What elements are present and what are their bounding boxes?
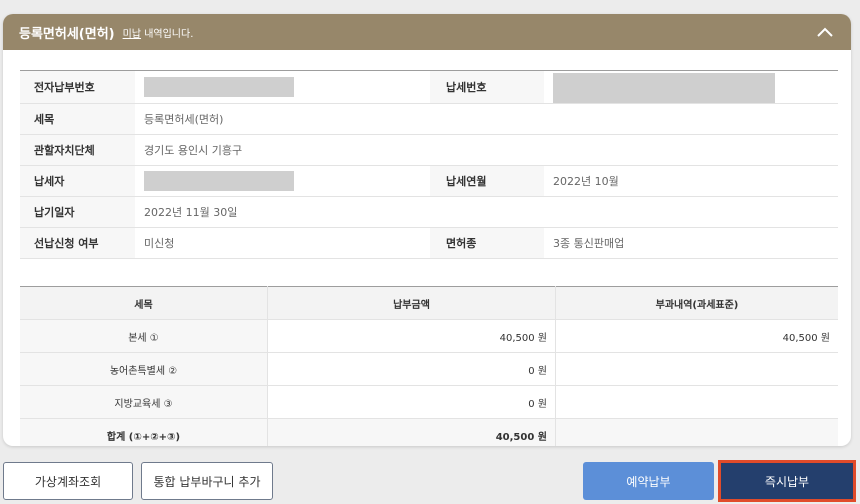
row-item: 농어촌특별세 ②: [20, 352, 268, 386]
info-row: 관할자치단체 경기도 용인시 기흥구: [20, 134, 838, 166]
panel-subtitle: 미납 내역입니다.: [123, 25, 194, 40]
table-row: 본세 ① 40,500 원 40,500 원: [20, 319, 838, 353]
row-amount: 0 원: [267, 352, 556, 386]
tax-info-table: 전자납부번호 납세번호 세목 등록면허세(면허) 관할자치단체 경기도 용인시 …: [20, 70, 838, 259]
prepay-value: 미신청: [135, 227, 430, 259]
due-date-value: 2022년 11월 30일: [135, 196, 838, 228]
tax-month-label: 납세연월: [430, 165, 544, 197]
table-row: 지방교육세 ③ 0 원: [20, 385, 838, 419]
amount-header-row: 세목 납부금액 부과내역(과세표준): [20, 286, 838, 320]
authority-label: 관할자치단체: [20, 134, 135, 166]
row-item: 지방교육세 ③: [20, 385, 268, 419]
panel-title: 등록면허세(면허): [19, 26, 115, 42]
tax-item-label: 세목: [20, 103, 135, 135]
masked-value: [553, 73, 775, 103]
license-label: 면허종: [430, 227, 544, 259]
due-date-label: 납기일자: [20, 196, 135, 228]
taxpayer-value: [135, 165, 430, 197]
tax-no-label: 납세번호: [430, 70, 544, 104]
chevron-up-icon: [817, 27, 833, 37]
total-row: 합계 (①+②+③) 40,500 원: [20, 418, 838, 446]
electronic-no-label: 전자납부번호: [20, 70, 135, 104]
row-basis: 40,500 원: [555, 319, 838, 353]
panel-header: 등록면허세(면허) 미납 내역입니다.: [3, 14, 851, 50]
row-item: 본세 ①: [20, 319, 268, 353]
instant-pay-button[interactable]: 즉시납부: [718, 460, 856, 502]
info-row: 납세자 납세연월 2022년 10월: [20, 165, 838, 197]
tax-month-value: 2022년 10월: [544, 165, 838, 197]
masked-value: [144, 77, 294, 97]
reserve-pay-button[interactable]: 예약납부: [583, 462, 714, 500]
col-header-basis: 부과내역(과세표준): [555, 286, 838, 320]
add-cart-button[interactable]: 통합 납부바구니 추가: [141, 462, 273, 500]
tax-item-value: 등록면허세(면허): [135, 103, 838, 135]
amount-table: 세목 납부금액 부과내역(과세표준) 본세 ① 40,500 원 40,500 …: [20, 286, 838, 446]
tax-no-value: [544, 70, 838, 104]
prepay-label: 선납신청 여부: [20, 227, 135, 259]
info-row: 세목 등록면허세(면허): [20, 103, 838, 135]
virtual-account-button[interactable]: 가상계좌조회: [3, 462, 133, 500]
taxpayer-label: 납세자: [20, 165, 135, 197]
subtitle-rest: 내역입니다.: [141, 28, 194, 40]
info-row: 선납신청 여부 미신청 면허종 3종 통신판매업: [20, 227, 838, 259]
electronic-no-value: [135, 70, 430, 104]
total-amount: 40,500 원: [267, 418, 556, 446]
info-row: 전자납부번호 납세번호: [20, 70, 838, 104]
col-header-item: 세목: [20, 286, 268, 320]
col-header-amount: 납부금액: [267, 286, 556, 320]
row-basis: [555, 352, 838, 386]
table-row: 농어촌특별세 ② 0 원: [20, 352, 838, 386]
info-row: 납기일자 2022년 11월 30일: [20, 196, 838, 228]
masked-value: [144, 171, 294, 191]
unpaid-label: 미납: [122, 28, 142, 40]
authority-value: 경기도 용인시 기흥구: [135, 134, 838, 166]
row-basis: [555, 385, 838, 419]
total-basis: [555, 418, 838, 446]
tax-detail-panel: 등록면허세(면허) 미납 내역입니다. 전자납부번호 납세번호 세목 등록면허세…: [3, 14, 851, 446]
collapse-button[interactable]: [815, 22, 835, 42]
row-amount: 40,500 원: [267, 319, 556, 353]
total-item: 합계 (①+②+③): [20, 418, 268, 446]
row-amount: 0 원: [267, 385, 556, 419]
license-value: 3종 통신판매업: [544, 227, 838, 259]
